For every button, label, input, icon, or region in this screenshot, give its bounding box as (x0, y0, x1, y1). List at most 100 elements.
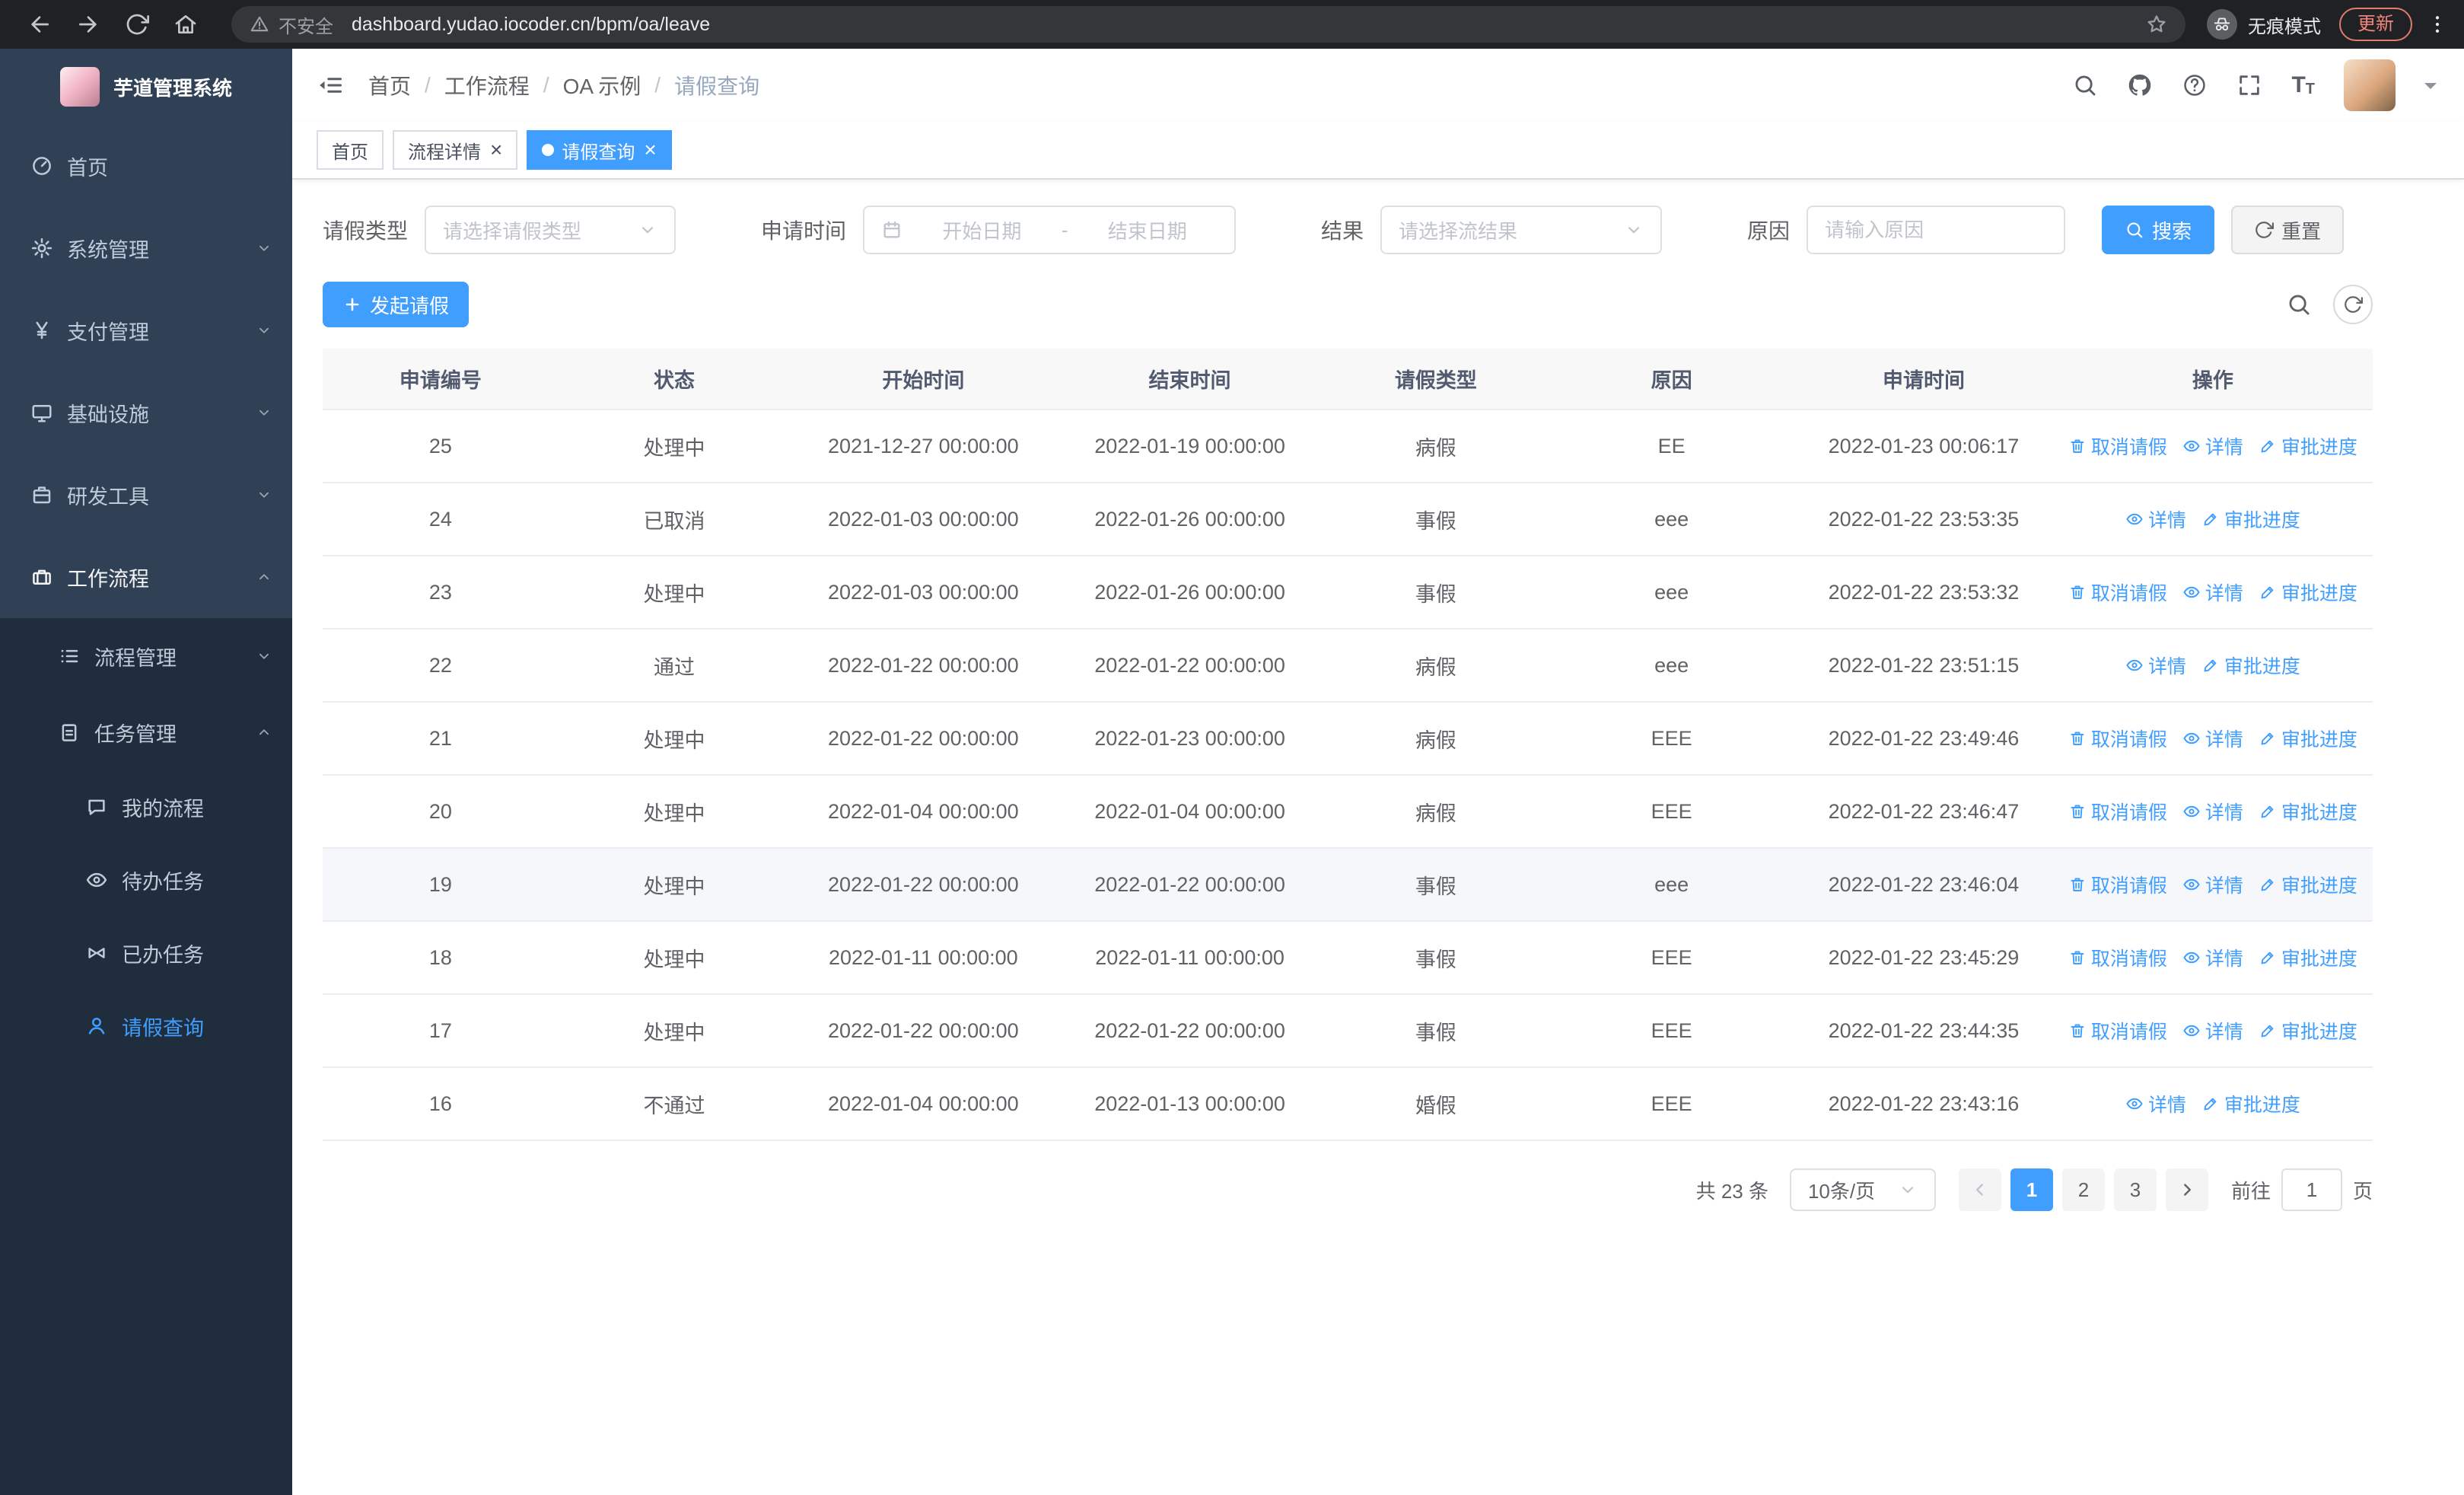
action-detail[interactable]: 详情 (2182, 944, 2243, 971)
sidebar-submenu: 我的流程 待办任务已办任务请假查询 (0, 770, 292, 1063)
tab-leave-query[interactable]: 请假查询 × (527, 130, 672, 170)
action-progress[interactable]: 审批进度 (2259, 725, 2357, 752)
action-detail[interactable]: 详情 (2125, 505, 2186, 533)
breadcrumb-item[interactable]: OA 示例 (563, 70, 641, 100)
action-progress[interactable]: 审批进度 (2201, 652, 2300, 679)
action-cancel[interactable]: 取消请假 (2068, 432, 2167, 460)
sidebar-item-leave-query[interactable]: 请假查询 (0, 990, 292, 1063)
sidebar-item-payment[interactable]: 支付管理 (0, 289, 292, 371)
action-cancel[interactable]: 取消请假 (2068, 944, 2167, 971)
sidebar-item-devtools[interactable]: 研发工具 (0, 454, 292, 536)
create-leave-button[interactable]: 发起请假 (323, 282, 470, 327)
fullscreen-icon[interactable] (2236, 72, 2262, 98)
cell-reason: eee (1548, 629, 1795, 703)
url-text[interactable]: dashboard.yudao.iocoder.cn/bpm/oa/leave (352, 14, 710, 36)
refresh-table-button[interactable] (2333, 285, 2373, 324)
breadcrumb-item[interactable]: 工作流程 (444, 70, 530, 100)
security-label[interactable]: 不安全 (279, 11, 333, 38)
sidebar-item-done-task[interactable]: 已办任务 (0, 916, 292, 990)
incognito-badge[interactable]: 无痕模式 (2207, 9, 2321, 40)
font-size-icon[interactable]: TT (2291, 74, 2315, 97)
action-progress[interactable]: 审批进度 (2259, 871, 2357, 898)
bookmark-star-icon[interactable] (2146, 14, 2167, 35)
end-date-placeholder[interactable]: 结束日期 (1077, 216, 1218, 244)
cell-actions: 详情 审批进度 (2052, 1067, 2373, 1141)
sidebar-item-task-management[interactable]: 任务管理 (0, 694, 292, 770)
toggle-search-icon[interactable] (2286, 292, 2312, 317)
github-icon[interactable] (2127, 72, 2153, 98)
result-select[interactable]: 请选择流结果 (1380, 206, 1663, 254)
sidebar-item-home[interactable]: 首页 (0, 125, 292, 207)
action-detail[interactable]: 详情 (2125, 652, 2186, 679)
sidebar-item-infrastructure[interactable]: 基础设施 (0, 371, 292, 454)
search-icon[interactable] (2072, 72, 2098, 98)
browser-back-icon[interactable] (27, 12, 52, 37)
leave-type-select[interactable]: 请选择请假类型 (425, 206, 676, 254)
tab-home[interactable]: 首页 (317, 130, 384, 170)
collapse-sidebar-icon[interactable] (317, 72, 344, 99)
browser-update-button[interactable]: 更新 (2339, 8, 2412, 41)
chevron-up-icon (256, 724, 272, 741)
next-page-button[interactable] (2165, 1168, 2208, 1211)
avatar-caret-icon[interactable] (2424, 83, 2437, 95)
action-progress[interactable]: 审批进度 (2201, 505, 2300, 533)
action-cancel[interactable]: 取消请假 (2068, 798, 2167, 825)
sidebar-item-workflow[interactable]: 工作流程 (0, 536, 292, 618)
action-detail[interactable]: 详情 (2182, 432, 2243, 460)
sidebar-item-system[interactable]: 系统管理 (0, 207, 292, 289)
action-cancel[interactable]: 取消请假 (2068, 871, 2167, 898)
tab-process-detail[interactable]: 流程详情 × (393, 130, 518, 170)
browser-home-icon[interactable] (173, 12, 198, 37)
page-button-3[interactable]: 3 (2113, 1168, 2157, 1211)
page-button-1[interactable]: 1 (2010, 1168, 2053, 1211)
cell-status: 处理中 (558, 410, 791, 483)
action-progress[interactable]: 审批进度 (2259, 944, 2357, 971)
sidebar-item-my-process[interactable]: 我的流程 (0, 770, 292, 843)
action-cancel[interactable]: 取消请假 (2068, 579, 2167, 606)
sidebar-item-todo-task[interactable]: 待办任务 (0, 843, 292, 916)
action-detail[interactable]: 详情 (2182, 871, 2243, 898)
eye-icon (2182, 875, 2201, 894)
close-icon[interactable]: × (644, 139, 656, 161)
action-progress[interactable]: 审批进度 (2259, 1017, 2357, 1044)
action-detail[interactable]: 详情 (2182, 1017, 2243, 1044)
action-cancel[interactable]: 取消请假 (2068, 725, 2167, 752)
action-progress[interactable]: 审批进度 (2259, 432, 2357, 460)
action-progress[interactable]: 审批进度 (2201, 1090, 2300, 1117)
clipboard-icon (58, 721, 81, 744)
browser-reload-icon[interactable] (125, 12, 149, 37)
cell-applied: 2022-01-23 00:06:17 (1794, 410, 2053, 483)
action-detail[interactable]: 详情 (2182, 798, 2243, 825)
close-icon[interactable]: × (490, 139, 502, 161)
action-cancel[interactable]: 取消请假 (2068, 1017, 2167, 1044)
action-progress[interactable]: 审批进度 (2259, 798, 2357, 825)
sidebar-item-label: 已办任务 (122, 943, 204, 967)
date-range-picker[interactable]: 开始日期 - 结束日期 (863, 206, 1237, 254)
goto-page-input[interactable] (2281, 1168, 2342, 1211)
start-date-placeholder[interactable]: 开始日期 (912, 216, 1052, 244)
sidebar-item-process-management[interactable]: 流程管理 (0, 618, 292, 694)
search-button[interactable]: 搜索 (2102, 206, 2215, 254)
browser-menu-icon[interactable] (2426, 13, 2449, 36)
prev-page-button[interactable] (1958, 1168, 2001, 1211)
page-size-select[interactable]: 10条/页 (1789, 1168, 1936, 1211)
logo-avatar (59, 67, 100, 107)
browser-forward-icon[interactable] (76, 12, 100, 37)
user-avatar[interactable] (2344, 59, 2396, 111)
cell-start: 2022-01-22 00:00:00 (790, 848, 1057, 922)
action-detail[interactable]: 详情 (2182, 579, 2243, 606)
reset-button[interactable]: 重置 (2231, 206, 2345, 254)
app-logo[interactable]: 芋道管理系统 (0, 49, 292, 125)
page-button-2[interactable]: 2 (2061, 1168, 2105, 1211)
cell-type: 病假 (1323, 775, 1549, 849)
reason-input[interactable] (1807, 206, 2066, 254)
column-header: 状态 (558, 349, 791, 410)
action-detail[interactable]: 详情 (2125, 1090, 2186, 1117)
cell-end: 2022-01-22 00:00:00 (1056, 629, 1323, 703)
address-bar[interactable]: 不安全 dashboard.yudao.iocoder.cn/bpm/oa/le… (231, 6, 2185, 43)
action-progress[interactable]: 审批进度 (2259, 579, 2357, 606)
action-detail[interactable]: 详情 (2182, 725, 2243, 752)
help-icon[interactable] (2182, 72, 2208, 98)
cell-applied: 2022-01-22 23:51:15 (1794, 629, 2053, 703)
breadcrumb-item[interactable]: 首页 (368, 70, 411, 100)
